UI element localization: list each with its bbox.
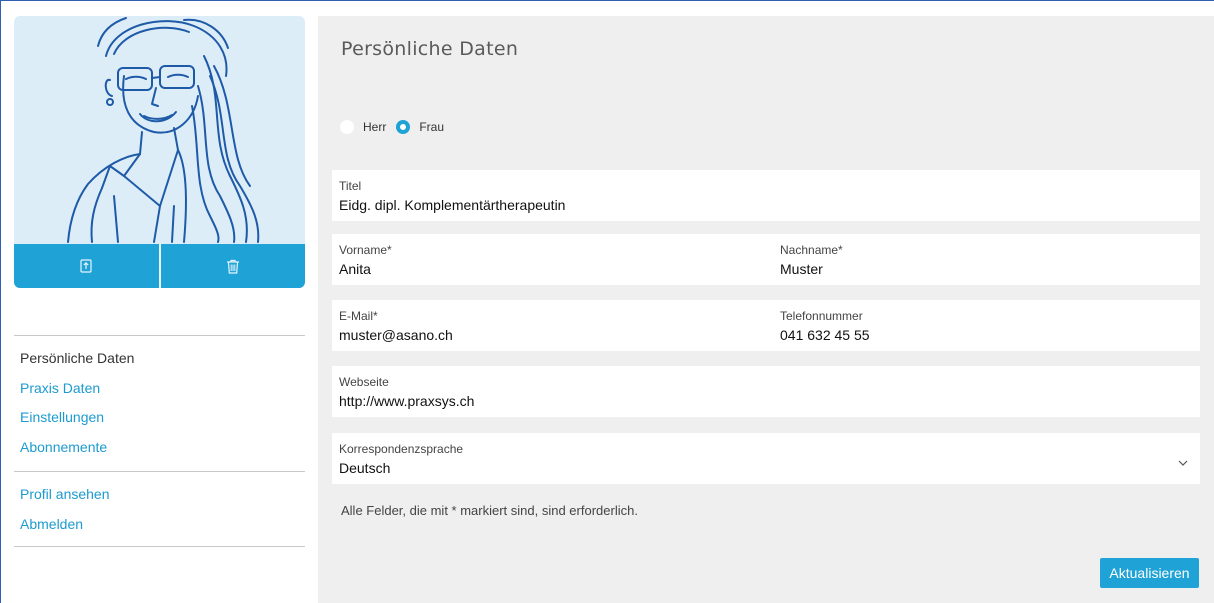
korrespondenzsprache-select[interactable]: Korrespondenzsprache Deutsch bbox=[332, 433, 1200, 484]
salutation-radio-group: Herr Frau bbox=[340, 120, 454, 134]
upload-icon bbox=[80, 259, 92, 273]
sidebar-item-einstellungen[interactable]: Einstellungen bbox=[20, 403, 134, 433]
korrespondenzsprache-label: Korrespondenzsprache bbox=[339, 442, 464, 456]
sidebar-nav-primary: Persönliche Daten Praxis Daten Einstellu… bbox=[20, 344, 134, 462]
required-fields-note: Alle Felder, die mit * markiert sind, si… bbox=[341, 503, 638, 518]
delete-photo-button[interactable] bbox=[158, 244, 306, 288]
avatar-actions-bar bbox=[14, 244, 305, 288]
sidebar-item-abmelden[interactable]: Abmelden bbox=[20, 510, 110, 540]
nachname-label: Nachname* bbox=[780, 243, 843, 257]
avatar-illustration bbox=[67, 17, 260, 243]
telefon-label: Telefonnummer bbox=[780, 309, 863, 323]
titel-field[interactable]: Titel Eidg. dipl. Komplementärtherapeuti… bbox=[332, 170, 1200, 221]
sidebar-nav-secondary: Profil ansehen Abmelden bbox=[20, 480, 110, 539]
trash-icon bbox=[226, 259, 239, 274]
radio-herr[interactable] bbox=[340, 120, 354, 134]
vorname-label: Vorname* bbox=[339, 243, 392, 257]
webseite-input[interactable]: http://www.praxsys.ch bbox=[339, 392, 474, 410]
name-row: Vorname* Anita Nachname* Muster bbox=[332, 234, 1200, 285]
nachname-input[interactable]: Muster bbox=[780, 260, 843, 278]
contact-row: E-Mail* muster@asano.ch Telefonnummer 04… bbox=[332, 300, 1200, 351]
webseite-label: Webseite bbox=[339, 375, 389, 389]
sidebar-item-abonnemente[interactable]: Abonnemente bbox=[20, 433, 134, 463]
upload-photo-button[interactable] bbox=[14, 244, 159, 288]
page-title: Persönliche Daten bbox=[341, 38, 519, 60]
titel-input[interactable]: Eidg. dipl. Komplementärtherapeutin bbox=[339, 196, 565, 214]
radio-frau[interactable] bbox=[396, 120, 411, 134]
email-label: E-Mail* bbox=[339, 309, 378, 323]
telefon-input[interactable]: 041 632 45 55 bbox=[780, 326, 870, 344]
profile-avatar-card bbox=[14, 16, 305, 288]
sidebar-divider bbox=[14, 335, 305, 336]
radio-label-frau[interactable]: Frau bbox=[419, 120, 444, 134]
update-button[interactable]: Aktualisieren bbox=[1100, 558, 1199, 588]
korrespondenzsprache-value[interactable]: Deutsch bbox=[339, 459, 463, 477]
sidebar-item-praxis-daten[interactable]: Praxis Daten bbox=[20, 374, 134, 404]
vorname-input[interactable]: Anita bbox=[339, 260, 392, 278]
webseite-field[interactable]: Webseite http://www.praxsys.ch bbox=[332, 366, 1200, 417]
radio-label-herr[interactable]: Herr bbox=[363, 120, 386, 134]
sidebar-divider bbox=[14, 471, 305, 472]
sidebar-item-persoenliche-daten[interactable]: Persönliche Daten bbox=[20, 344, 134, 374]
sidebar-divider bbox=[14, 546, 305, 547]
titel-label: Titel bbox=[339, 179, 362, 193]
chevron-down-icon[interactable] bbox=[1178, 460, 1188, 466]
email-input[interactable]: muster@asano.ch bbox=[339, 326, 453, 344]
sidebar-item-profil-ansehen[interactable]: Profil ansehen bbox=[20, 480, 110, 510]
main-panel: Persönliche Daten Herr Frau Titel Eidg. … bbox=[318, 16, 1214, 603]
